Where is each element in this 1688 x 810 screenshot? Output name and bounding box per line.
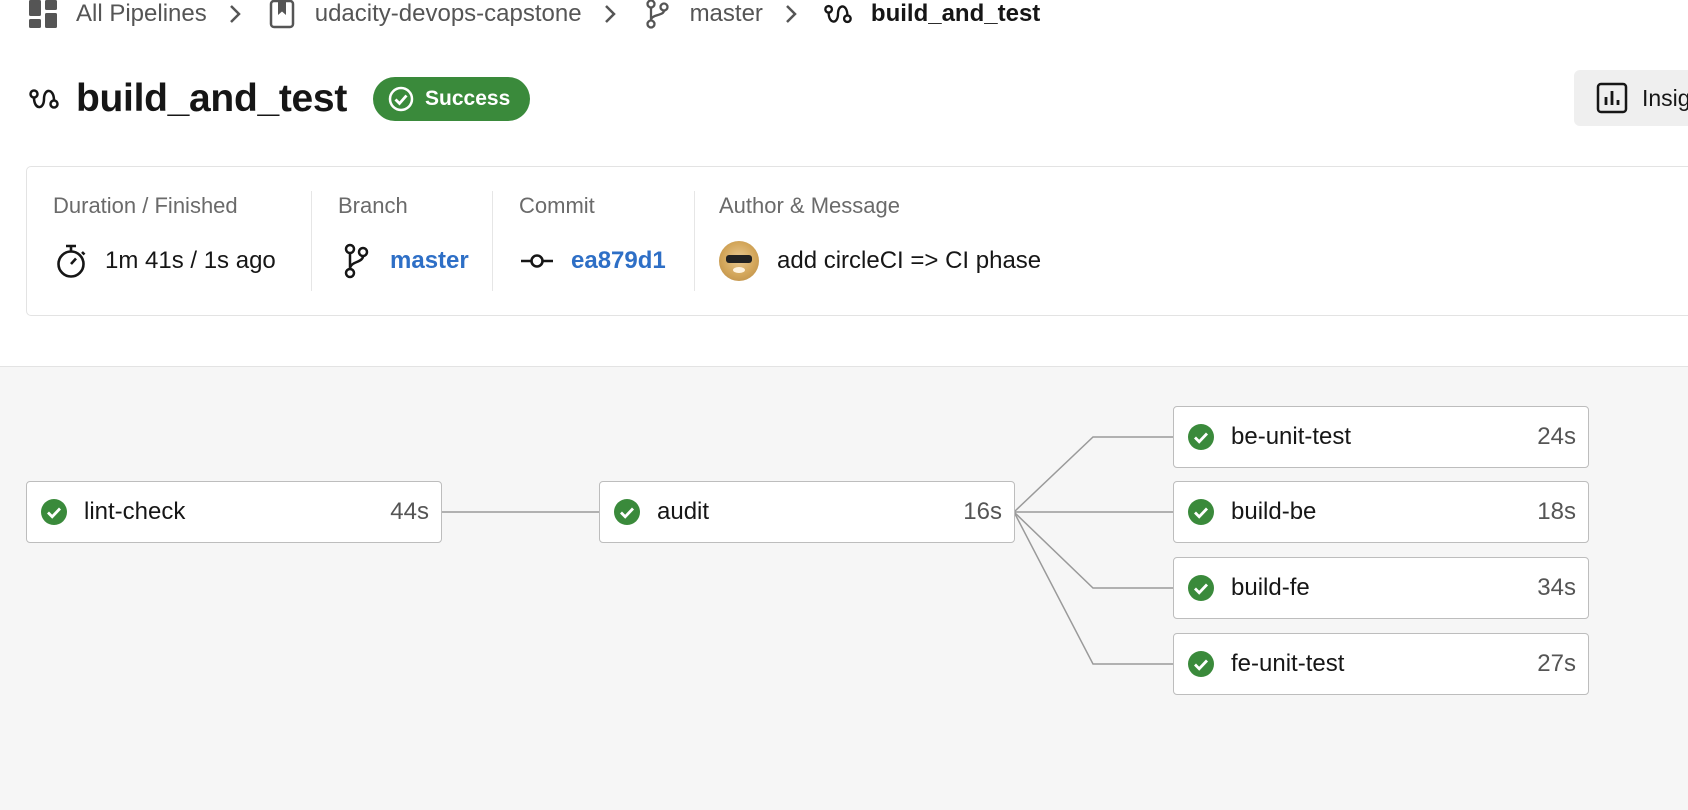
check-circle-icon [1187, 574, 1215, 602]
job-name: build-be [1231, 498, 1317, 525]
git-commit-icon [519, 243, 555, 279]
author-section: Author & Message add circleCI => CI phas… [719, 191, 1419, 291]
title-row: build_and_test Success [28, 76, 531, 122]
avatar[interactable] [719, 241, 759, 281]
chevron-right-icon [227, 0, 243, 29]
git-branch-icon [338, 243, 374, 279]
breadcrumb-label: udacity-devops-capstone [314, 0, 582, 27]
job-duration: 16s [963, 498, 1002, 525]
job-name: fe-unit-test [1231, 650, 1345, 677]
job-card[interactable]: build-fe 34s [1173, 557, 1589, 619]
divider [492, 191, 493, 291]
job-card[interactable]: lint-check 44s [26, 481, 442, 543]
duration-value: 1m 41s / 1s ago [105, 247, 276, 274]
job-name: audit [657, 498, 710, 525]
job-duration: 34s [1537, 574, 1576, 601]
commit-link[interactable]: ea879d1 [571, 247, 666, 275]
check-circle-icon [1187, 423, 1215, 451]
status-badge: Success [373, 77, 531, 121]
job-card[interactable]: be-unit-test 24s [1173, 406, 1589, 468]
job-duration: 44s [390, 498, 429, 525]
chevron-right-icon [602, 0, 618, 29]
job-card[interactable]: build-be 18s [1173, 481, 1589, 543]
job-duration: 18s [1537, 498, 1576, 525]
check-circle-icon [40, 498, 68, 526]
status-label: Success [425, 87, 511, 110]
author-value-row: add circleCI => CI phase [719, 241, 1419, 281]
chevron-right-icon [783, 0, 799, 29]
job-card[interactable]: fe-unit-test 27s [1173, 633, 1589, 695]
job-name: build-fe [1231, 574, 1310, 601]
connector-line [1013, 436, 1174, 513]
insights-button[interactable]: Insig [1574, 70, 1688, 126]
insights-label: Insig [1642, 84, 1688, 111]
bar-chart-icon [1596, 82, 1628, 114]
commit-message: add circleCI => CI phase [777, 247, 1042, 274]
check-circle-icon [387, 85, 415, 113]
workflow-icon [823, 0, 853, 29]
author-label: Author & Message [719, 193, 900, 218]
breadcrumb-label: master [689, 0, 763, 27]
stopwatch-icon [53, 243, 89, 279]
duration-section: Duration / Finished 1m 41s / 1s ago [53, 191, 293, 291]
breadcrumb-branch[interactable]: master [642, 0, 763, 29]
summary-card: Duration / Finished 1m 41s / 1s ago Bran… [26, 166, 1688, 316]
duration-value-row: 1m 41s / 1s ago [53, 241, 293, 281]
job-card[interactable]: audit 16s [599, 481, 1015, 543]
job-duration: 27s [1537, 650, 1576, 677]
connector-line [1013, 511, 1174, 589]
job-duration: 24s [1537, 423, 1576, 450]
pipeline-page: All Pipelines udacity-devops-capstone ma… [0, 0, 1688, 810]
job-name: lint-check [84, 498, 186, 525]
divider [694, 191, 695, 291]
workflow-graph: lint-check 44s audit 16s be-unit-test 24… [0, 366, 1688, 810]
breadcrumb-workflow: build_and_test [823, 0, 1040, 29]
breadcrumb-project[interactable]: udacity-devops-capstone [267, 0, 582, 29]
breadcrumb: All Pipelines udacity-devops-capstone ma… [28, 0, 1040, 32]
page-title: build_and_test [76, 77, 348, 120]
breadcrumb-all-pipelines[interactable]: All Pipelines [28, 0, 207, 29]
check-circle-icon [613, 498, 641, 526]
branch-label: Branch [338, 193, 408, 218]
workflow-icon [28, 82, 62, 116]
breadcrumb-label: All Pipelines [76, 0, 207, 27]
dashboard-icon [28, 0, 58, 29]
repo-bookmark-icon [267, 0, 297, 29]
git-branch-icon [642, 0, 672, 29]
duration-label: Duration / Finished [53, 193, 238, 218]
branch-link[interactable]: master [390, 247, 469, 275]
commit-section: Commit ea879d1 [519, 191, 689, 291]
check-circle-icon [1187, 498, 1215, 526]
job-name: be-unit-test [1231, 423, 1352, 450]
branch-section: Branch master [338, 191, 488, 291]
breadcrumb-label: build_and_test [870, 0, 1041, 27]
check-circle-icon [1187, 650, 1215, 678]
branch-value-row: master [338, 241, 488, 281]
divider [311, 191, 312, 291]
commit-label: Commit [519, 193, 595, 218]
commit-value-row: ea879d1 [519, 241, 689, 281]
